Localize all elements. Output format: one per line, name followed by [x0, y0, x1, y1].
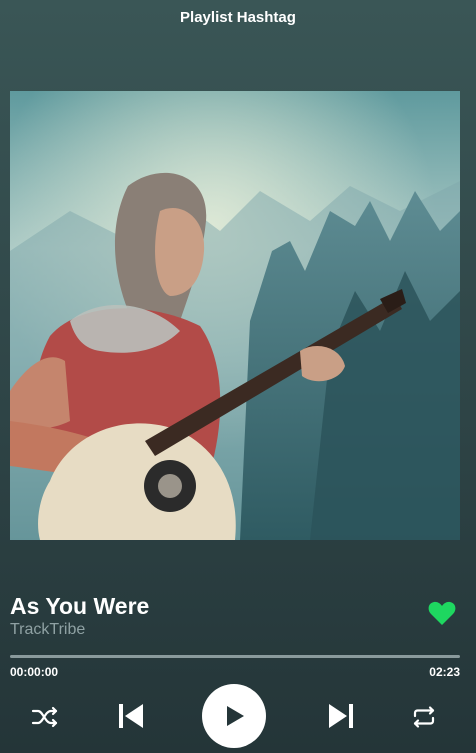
total-time: 02:23 — [429, 665, 460, 679]
skip-next-icon — [329, 704, 353, 728]
progress-bar[interactable] — [10, 655, 460, 658]
elapsed-time: 00:00:00 — [10, 665, 59, 679]
playlist-title: Playlist Hashtag — [180, 9, 296, 26]
next-button[interactable] — [326, 701, 356, 731]
shuffle-icon — [31, 706, 58, 728]
like-heart-icon[interactable] — [428, 600, 456, 626]
repeat-button[interactable] — [410, 705, 438, 729]
skip-previous-icon — [119, 704, 143, 728]
play-button[interactable] — [202, 684, 266, 748]
album-artwork — [10, 91, 460, 540]
repeat-icon — [413, 706, 435, 728]
track-title: As You Were — [10, 593, 150, 619]
play-icon — [227, 706, 244, 726]
track-artist[interactable]: TrackTribe — [10, 621, 85, 639]
shuffle-button[interactable] — [31, 705, 59, 729]
previous-button[interactable] — [116, 701, 146, 731]
